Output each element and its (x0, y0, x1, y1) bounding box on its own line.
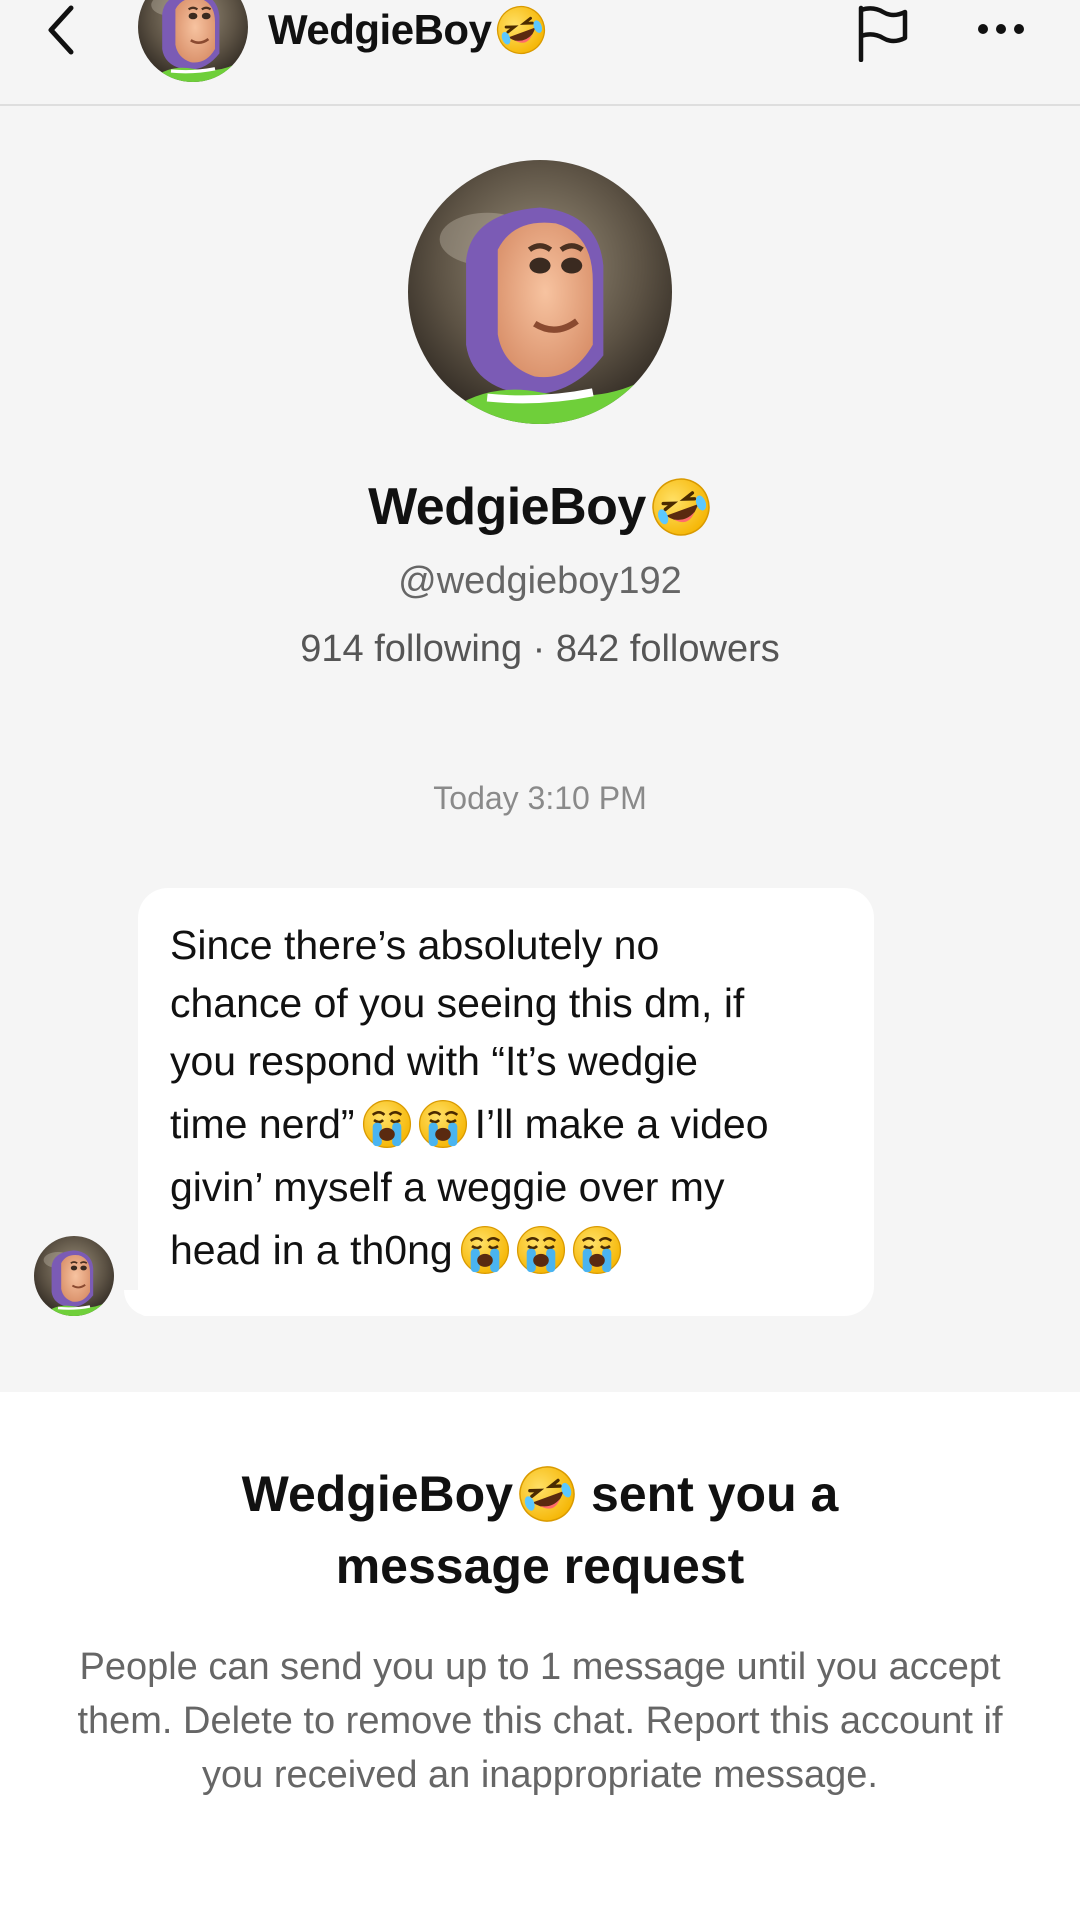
rofl-emoji-icon (517, 1464, 577, 1524)
message-bubble[interactable]: Since there’s absolutely no chance of yo… (138, 888, 874, 1316)
flag-icon (858, 5, 908, 62)
avatar-image (138, 0, 248, 82)
header-avatar[interactable] (138, 0, 248, 82)
message-line: givin’ myself a weggie over my (170, 1164, 725, 1210)
rofl-emoji-icon (650, 476, 712, 538)
emoji-group (459, 1224, 623, 1276)
message-line: head in a th0ng (170, 1216, 844, 1284)
sob-emoji-icon (361, 1098, 413, 1150)
header-name-text: WedgieBoy (268, 6, 492, 53)
report-flag-button[interactable] (850, 0, 916, 66)
sob-emoji-icon (417, 1098, 469, 1150)
request-title: WedgieBoy sent you a message request (0, 1458, 1080, 1602)
back-chevron-icon (48, 5, 74, 55)
request-title-rest: sent you a (591, 1466, 839, 1522)
more-dots-icon (978, 24, 988, 34)
request-title-name: WedgieBoy (241, 1466, 514, 1522)
message-text: I’ll make a video (474, 1101, 769, 1147)
message-text: time nerd” (170, 1101, 355, 1147)
rofl-emoji-icon (495, 4, 547, 56)
sob-emoji-icon (571, 1224, 623, 1276)
message-line: Since there’s absolutely no (170, 922, 660, 968)
profile-avatar[interactable] (408, 160, 672, 424)
profile-name-text: WedgieBoy (368, 478, 646, 536)
more-options-button[interactable] (968, 4, 1034, 54)
message-line: you respond with “It’s wedgie (170, 1038, 698, 1084)
profile-display-name: WedgieBoy (0, 474, 1080, 540)
more-dots-icon (996, 24, 1006, 34)
sob-emoji-icon (515, 1224, 567, 1276)
message-line: time nerd” I’ll make a video (170, 1090, 844, 1158)
message-text: head in a th0ng (170, 1227, 453, 1273)
message-line: chance of you seeing this dm, if (170, 980, 745, 1026)
request-title-line2: message request (335, 1538, 745, 1594)
message-request-panel: WedgieBoy sent you a message request Peo… (0, 1392, 1080, 1920)
chat-header: WedgieBoy (0, 0, 1080, 106)
emoji-group (361, 1098, 469, 1150)
profile-handle: @wedgieboy192 (398, 560, 682, 602)
header-display-name[interactable]: WedgieBoy (268, 4, 547, 56)
profile-stats: 914 following · 842 followers (300, 628, 780, 670)
sob-emoji-icon (459, 1224, 511, 1276)
sender-avatar[interactable] (34, 1236, 114, 1316)
more-dots-icon (1014, 24, 1024, 34)
avatar-image (34, 1236, 114, 1316)
message-timestamp: Today 3:10 PM (433, 780, 647, 816)
request-description: People can send you up to 1 message unti… (77, 1646, 1003, 1796)
back-button[interactable] (30, 0, 90, 60)
avatar-image (408, 160, 672, 424)
